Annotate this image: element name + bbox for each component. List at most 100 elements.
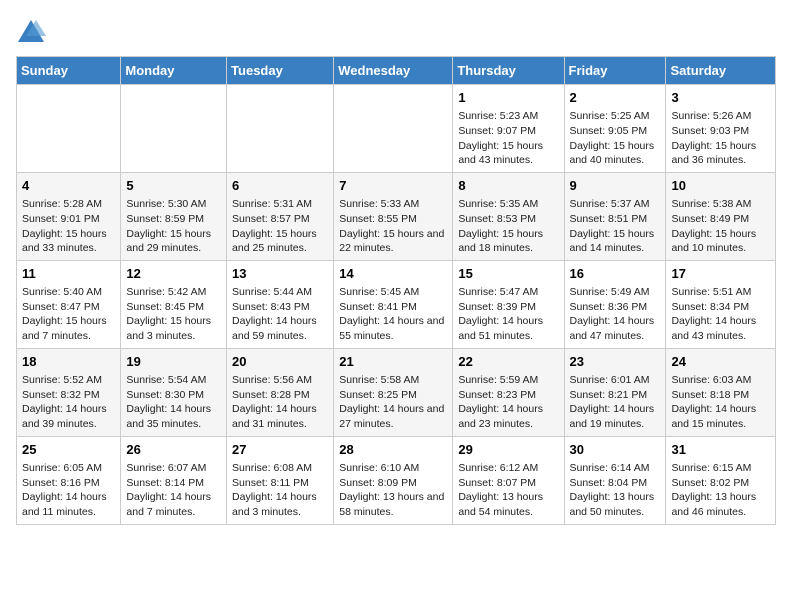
day-info: Sunset: 9:07 PM — [458, 124, 558, 139]
day-info: Daylight: 14 hours and 27 minutes. — [339, 402, 447, 431]
day-info: Sunrise: 5:45 AM — [339, 285, 447, 300]
day-info: Daylight: 15 hours and 22 minutes. — [339, 227, 447, 256]
calendar-cell: 14Sunrise: 5:45 AMSunset: 8:41 PMDayligh… — [334, 260, 453, 348]
calendar-cell: 9Sunrise: 5:37 AMSunset: 8:51 PMDaylight… — [564, 172, 666, 260]
weekday-header-wednesday: Wednesday — [334, 57, 453, 85]
day-info: Sunset: 8:09 PM — [339, 476, 447, 491]
day-number: 24 — [671, 353, 770, 371]
day-info: Daylight: 14 hours and 23 minutes. — [458, 402, 558, 431]
calendar-cell: 26Sunrise: 6:07 AMSunset: 8:14 PMDayligh… — [121, 436, 227, 524]
day-number: 10 — [671, 177, 770, 195]
day-info: Sunset: 8:18 PM — [671, 388, 770, 403]
day-info: Daylight: 15 hours and 36 minutes. — [671, 139, 770, 168]
day-info: Sunrise: 5:52 AM — [22, 373, 115, 388]
day-info: Daylight: 15 hours and 29 minutes. — [126, 227, 221, 256]
day-info: Sunrise: 5:35 AM — [458, 197, 558, 212]
day-info: Sunset: 9:03 PM — [671, 124, 770, 139]
calendar-cell: 6Sunrise: 5:31 AMSunset: 8:57 PMDaylight… — [227, 172, 334, 260]
weekday-header-thursday: Thursday — [453, 57, 564, 85]
day-info: Sunrise: 5:23 AM — [458, 109, 558, 124]
calendar-cell: 15Sunrise: 5:47 AMSunset: 8:39 PMDayligh… — [453, 260, 564, 348]
calendar-week-row: 25Sunrise: 6:05 AMSunset: 8:16 PMDayligh… — [17, 436, 776, 524]
calendar-cell: 11Sunrise: 5:40 AMSunset: 8:47 PMDayligh… — [17, 260, 121, 348]
day-info: Daylight: 14 hours and 39 minutes. — [22, 402, 115, 431]
day-info: Sunset: 8:39 PM — [458, 300, 558, 315]
day-number: 20 — [232, 353, 328, 371]
day-info: Daylight: 14 hours and 59 minutes. — [232, 314, 328, 343]
day-info: Sunrise: 5:40 AM — [22, 285, 115, 300]
day-info: Sunrise: 6:07 AM — [126, 461, 221, 476]
day-number: 16 — [570, 265, 661, 283]
calendar-cell: 7Sunrise: 5:33 AMSunset: 8:55 PMDaylight… — [334, 172, 453, 260]
calendar-cell: 25Sunrise: 6:05 AMSunset: 8:16 PMDayligh… — [17, 436, 121, 524]
day-number: 17 — [671, 265, 770, 283]
day-info: Sunset: 8:04 PM — [570, 476, 661, 491]
day-info: Sunset: 8:21 PM — [570, 388, 661, 403]
day-info: Sunset: 9:01 PM — [22, 212, 115, 227]
day-info: Sunset: 8:14 PM — [126, 476, 221, 491]
calendar-cell: 13Sunrise: 5:44 AMSunset: 8:43 PMDayligh… — [227, 260, 334, 348]
day-info: Daylight: 14 hours and 11 minutes. — [22, 490, 115, 519]
day-info: Sunset: 8:57 PM — [232, 212, 328, 227]
day-info: Sunrise: 5:30 AM — [126, 197, 221, 212]
day-info: Sunrise: 5:58 AM — [339, 373, 447, 388]
calendar-cell: 3Sunrise: 5:26 AMSunset: 9:03 PMDaylight… — [666, 85, 776, 173]
weekday-header-saturday: Saturday — [666, 57, 776, 85]
day-info: Sunrise: 5:47 AM — [458, 285, 558, 300]
calendar-cell: 19Sunrise: 5:54 AMSunset: 8:30 PMDayligh… — [121, 348, 227, 436]
day-info: Sunrise: 5:25 AM — [570, 109, 661, 124]
day-info: Sunset: 8:23 PM — [458, 388, 558, 403]
day-info: Sunrise: 5:26 AM — [671, 109, 770, 124]
day-info: Sunrise: 5:59 AM — [458, 373, 558, 388]
day-info: Sunset: 8:47 PM — [22, 300, 115, 315]
day-number: 29 — [458, 441, 558, 459]
day-number: 14 — [339, 265, 447, 283]
day-info: Daylight: 14 hours and 55 minutes. — [339, 314, 447, 343]
day-info: Sunset: 8:34 PM — [671, 300, 770, 315]
calendar-cell: 1Sunrise: 5:23 AMSunset: 9:07 PMDaylight… — [453, 85, 564, 173]
day-info: Sunrise: 5:38 AM — [671, 197, 770, 212]
calendar-cell: 23 Sunrise: 6:01 AMSunset: 8:21 PMDayligh… — [564, 348, 666, 436]
day-info: Daylight: 15 hours and 14 minutes. — [570, 227, 661, 256]
day-info: Sunrise: 6:01 AM — [570, 373, 661, 388]
day-number: 5 — [126, 177, 221, 195]
day-info: Daylight: 15 hours and 18 minutes. — [458, 227, 558, 256]
calendar-week-row: 11Sunrise: 5:40 AMSunset: 8:47 PMDayligh… — [17, 260, 776, 348]
day-number: 22 — [458, 353, 558, 371]
calendar-cell: 31Sunrise: 6:15 AMSunset: 8:02 PMDayligh… — [666, 436, 776, 524]
day-number: 8 — [458, 177, 558, 195]
day-info: Daylight: 13 hours and 54 minutes. — [458, 490, 558, 519]
day-info: Sunrise: 6:12 AM — [458, 461, 558, 476]
day-info: Sunset: 8:28 PM — [232, 388, 328, 403]
day-info: Daylight: 14 hours and 31 minutes. — [232, 402, 328, 431]
calendar-cell — [334, 85, 453, 173]
header — [16, 16, 776, 46]
day-number: 23 — [570, 353, 661, 371]
day-info: Sunset: 8:02 PM — [671, 476, 770, 491]
day-info: Daylight: 15 hours and 25 minutes. — [232, 227, 328, 256]
calendar-cell: 28Sunrise: 6:10 AMSunset: 8:09 PMDayligh… — [334, 436, 453, 524]
day-info: Daylight: 13 hours and 46 minutes. — [671, 490, 770, 519]
weekday-header-monday: Monday — [121, 57, 227, 85]
logo — [16, 16, 50, 46]
day-info: Sunset: 8:43 PM — [232, 300, 328, 315]
day-number: 30 — [570, 441, 661, 459]
calendar-cell: 21Sunrise: 5:58 AMSunset: 8:25 PMDayligh… — [334, 348, 453, 436]
day-info: Sunrise: 5:33 AM — [339, 197, 447, 212]
day-info: Sunrise: 5:56 AM — [232, 373, 328, 388]
day-info: Sunrise: 5:51 AM — [671, 285, 770, 300]
day-info: Daylight: 13 hours and 58 minutes. — [339, 490, 447, 519]
day-number: 12 — [126, 265, 221, 283]
day-info: Daylight: 14 hours and 3 minutes. — [232, 490, 328, 519]
calendar-cell: 30Sunrise: 6:14 AMSunset: 8:04 PMDayligh… — [564, 436, 666, 524]
day-info: Sunrise: 6:08 AM — [232, 461, 328, 476]
day-info: Daylight: 15 hours and 3 minutes. — [126, 314, 221, 343]
day-info: Daylight: 14 hours and 19 minutes. — [570, 402, 661, 431]
calendar-cell: 18Sunrise: 5:52 AMSunset: 8:32 PMDayligh… — [17, 348, 121, 436]
day-info: Daylight: 15 hours and 33 minutes. — [22, 227, 115, 256]
calendar-week-row: 1Sunrise: 5:23 AMSunset: 9:07 PMDaylight… — [17, 85, 776, 173]
day-info: Daylight: 14 hours and 43 minutes. — [671, 314, 770, 343]
day-info: Daylight: 15 hours and 10 minutes. — [671, 227, 770, 256]
day-info: Sunrise: 5:37 AM — [570, 197, 661, 212]
day-info: Sunrise: 6:05 AM — [22, 461, 115, 476]
